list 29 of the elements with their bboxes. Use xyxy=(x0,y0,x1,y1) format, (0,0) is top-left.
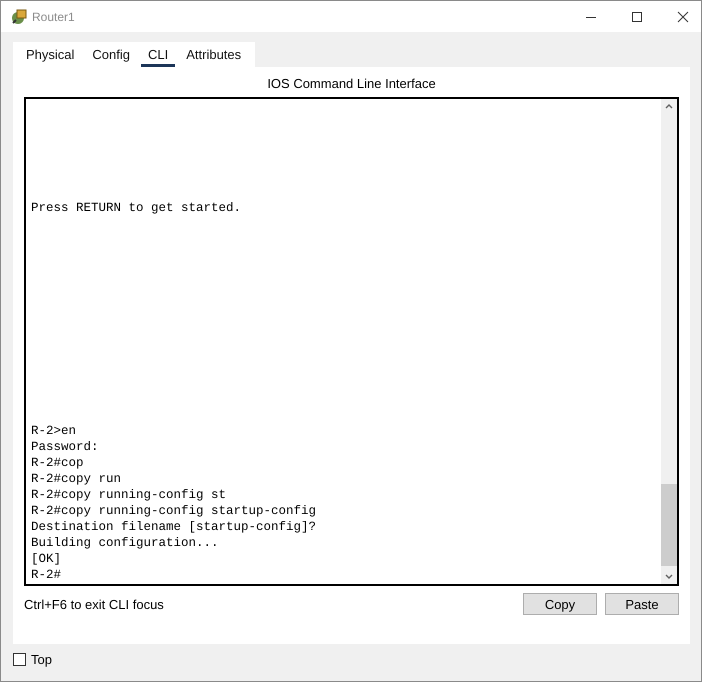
action-button[interactable]: Paste xyxy=(605,593,679,615)
console-line: R-2#copy run xyxy=(31,471,122,487)
checkbox-label: Top xyxy=(31,652,52,667)
console-line: Destination filename [startup-config]? xyxy=(31,519,318,535)
tab[interactable]: Physical xyxy=(19,42,82,67)
router-icon xyxy=(10,8,28,26)
terminal-console[interactable] xyxy=(24,97,679,586)
focus-hint: Ctrl+F6 to exit CLI focus xyxy=(24,596,164,612)
scroll-up-icon[interactable] xyxy=(665,103,673,109)
console-line: Press RETURN to get started. xyxy=(31,200,242,216)
console-line: R-2#cop xyxy=(31,455,85,471)
console-line: R-2# xyxy=(31,567,62,583)
console-line: R-2>en xyxy=(31,423,78,439)
close-icon[interactable] xyxy=(677,10,689,22)
checkbox[interactable] xyxy=(13,653,26,666)
scroll-down-icon[interactable] xyxy=(665,574,673,580)
window-title: Router1 xyxy=(32,10,75,24)
scrollbar[interactable] xyxy=(661,99,677,584)
tab[interactable]: Attributes xyxy=(179,42,248,67)
tab[interactable]: Config xyxy=(85,42,137,67)
panel-heading: IOS Command Line Interface xyxy=(266,75,437,93)
console-line: R-2#copy running-config st xyxy=(31,487,228,503)
maximize-icon[interactable] xyxy=(631,10,643,22)
console-line: Building configuration... xyxy=(31,535,220,551)
console-line: R-2#copy running-config startup-config xyxy=(31,503,318,519)
action-button[interactable]: Copy xyxy=(523,593,597,615)
console-line: [OK] xyxy=(31,551,62,567)
console-line: Password: xyxy=(31,439,100,455)
scrollbar-thumb[interactable] xyxy=(661,484,677,566)
